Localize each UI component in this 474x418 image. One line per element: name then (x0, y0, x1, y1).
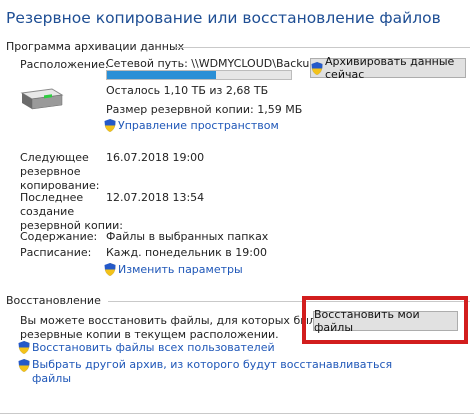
next-backup-value: 16.07.2018 19:00 (106, 151, 205, 164)
restore-section-label: Восстановление (6, 294, 101, 307)
backup-section-divider (176, 47, 470, 48)
shield-icon (311, 61, 323, 75)
restore-all-users-link[interactable]: Восстановить файлы всех пользователей (18, 341, 275, 355)
shield-icon (18, 341, 30, 354)
restore-all-users-label: Восстановить файлы всех пользователей (32, 341, 275, 354)
change-settings-label: Изменить параметры (118, 263, 243, 276)
manage-space-link[interactable]: Управление пространством (104, 119, 279, 133)
contents-value: Файлы в выбранных папках (106, 230, 269, 243)
page-title: Резервное копирование или восстановление… (6, 9, 441, 27)
backup-now-button[interactable]: Архивировать данные сейчас (310, 55, 466, 81)
schedule-value: Кажд. понедельник в 19:00 (106, 246, 267, 259)
next-backup-label-line: резервное (20, 165, 81, 178)
restore-my-files-button[interactable]: Восстановить мои файлы (313, 308, 458, 334)
change-settings-link[interactable]: Изменить параметры (104, 263, 243, 277)
backup-section-label: Программа архивации данных (6, 40, 185, 53)
last-backup-value: 12.07.2018 13:54 (106, 191, 205, 204)
manage-space-label: Управление пространством (118, 119, 279, 132)
select-other-backup-line: файлы (32, 372, 72, 385)
next-backup-label-line: Следующее (20, 151, 89, 164)
select-other-backup-link[interactable]: Выбрать другой архив, из которого будут … (18, 358, 392, 386)
location-value: Сетевой путь: \\WDMYCLOUD\Backup (106, 57, 317, 70)
free-space-text: Осталось 1,10 ТБ из 2,68 ТБ (106, 84, 269, 97)
backup-size-text: Размер резервной копии: 1,59 МБ (106, 103, 303, 116)
select-other-backup-line: Выбрать другой архив, из которого будут … (32, 358, 393, 371)
location-label: Расположение: (20, 58, 109, 71)
next-backup-label: Следующее резервное копирование: (20, 151, 99, 193)
storage-usage-bar (106, 70, 292, 80)
shield-icon (104, 119, 116, 132)
drive-icon (18, 83, 64, 115)
backup-now-button-label: Архивировать данные сейчас (325, 55, 455, 81)
shield-icon (18, 359, 30, 372)
schedule-label: Расписание: (20, 246, 92, 259)
bottom-divider (0, 413, 474, 414)
contents-label: Содержание: (20, 230, 98, 243)
storage-usage-fill (107, 71, 216, 79)
last-backup-label-line: создание (20, 205, 75, 218)
shield-icon (104, 263, 116, 276)
